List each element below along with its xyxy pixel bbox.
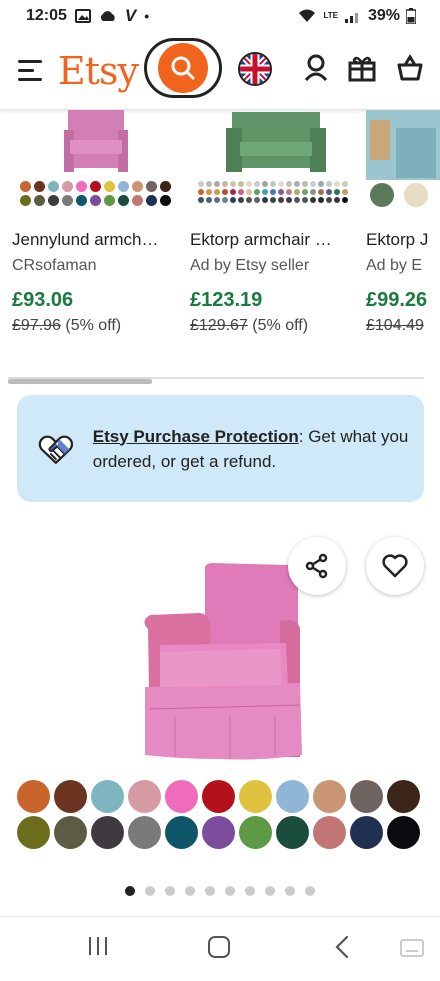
back-icon[interactable]: [334, 935, 350, 959]
menu-icon[interactable]: [18, 56, 48, 86]
color-swatches: [12, 181, 188, 206]
search-icon: [171, 56, 195, 80]
search-button[interactable]: [144, 38, 222, 98]
handshake-icon: [38, 435, 74, 464]
original-price-row: £97.96 (5% off): [12, 317, 188, 335]
carrier-icon: V: [124, 6, 137, 25]
purchase-protection-banner: Etsy Purchase Protection: Get what you o…: [17, 395, 424, 502]
color-swatch[interactable]: [54, 816, 87, 849]
product-title[interactable]: Ektorp J: [366, 230, 440, 250]
original-price-row: £104.49: [366, 317, 440, 335]
protection-text: Etsy Purchase Protection: Get what you o…: [93, 424, 410, 474]
status-time: 12:05: [26, 7, 67, 24]
product-title[interactable]: Ektorp armchair …: [190, 230, 366, 250]
pager-dot[interactable]: [125, 886, 135, 896]
share-button[interactable]: [288, 537, 346, 595]
color-swatch[interactable]: [17, 816, 50, 849]
color-swatch[interactable]: [91, 816, 124, 849]
seller-name: Ad by Etsy seller: [190, 257, 310, 274]
color-swatch[interactable]: [202, 780, 235, 813]
etsy-logo[interactable]: Etsy: [58, 49, 139, 93]
share-icon: [305, 553, 328, 579]
pager-dot[interactable]: [145, 886, 155, 896]
color-swatch[interactable]: [276, 816, 309, 849]
color-swatch[interactable]: [239, 780, 272, 813]
pager-dot[interactable]: [285, 886, 295, 896]
color-swatch[interactable]: [128, 816, 161, 849]
recommendation-carousel[interactable]: Jennylund armch… CRsofaman £93.06 £97.96…: [0, 110, 440, 360]
pager-dot[interactable]: [265, 886, 275, 896]
product-thumbnail[interactable]: [12, 110, 188, 218]
notification-dot: •: [144, 8, 150, 24]
pager-dot[interactable]: [165, 886, 175, 896]
sale-price: £93.06: [12, 289, 74, 311]
keyboard-icon[interactable]: [400, 939, 424, 957]
color-swatch[interactable]: [91, 780, 124, 813]
color-swatch[interactable]: [350, 780, 383, 813]
sale-price: £99.26: [366, 289, 428, 311]
product-thumbnail[interactable]: [366, 110, 440, 218]
network-type: LTE: [323, 11, 338, 20]
pager-dot[interactable]: [225, 886, 235, 896]
seller-name: CRsofaman: [12, 257, 97, 274]
discount-label: (5% off): [65, 317, 122, 334]
seller-name: Ad by E: [366, 257, 423, 274]
product-card[interactable]: Jennylund armch… CRsofaman £93.06 £97.96…: [12, 110, 188, 335]
product-thumbnail[interactable]: [190, 110, 366, 218]
cart-icon[interactable]: [394, 52, 426, 84]
original-price: £129.67: [190, 317, 248, 334]
carousel-scrollbar[interactable]: [8, 379, 152, 384]
pager-dot[interactable]: [245, 886, 255, 896]
original-price: £104.49: [366, 317, 424, 334]
purchase-protection-link[interactable]: Etsy Purchase Protection: [93, 427, 299, 446]
color-swatch[interactable]: [276, 780, 309, 813]
color-swatch[interactable]: [165, 816, 198, 849]
color-swatches: [190, 181, 366, 203]
status-bar: 12:05 V • LTE 39%: [0, 0, 440, 32]
color-swatch[interactable]: [17, 780, 50, 813]
pager-dot[interactable]: [185, 886, 195, 896]
color-swatch[interactable]: [313, 780, 346, 813]
battery-percent: 39%: [367, 7, 400, 24]
heart-icon: [382, 554, 408, 578]
gallery-icon: [74, 9, 91, 23]
original-price: £97.96: [12, 317, 61, 334]
account-icon[interactable]: [300, 52, 332, 84]
color-swatch[interactable]: [387, 780, 420, 813]
app-header: Etsy: [0, 32, 440, 110]
signal-icon: [344, 13, 358, 23]
pager-dot[interactable]: [205, 886, 215, 896]
product-card[interactable]: Ektorp armchair … Ad by Etsy seller £123…: [190, 110, 366, 335]
recent-apps-icon[interactable]: [86, 935, 110, 957]
favorite-button[interactable]: [366, 537, 424, 595]
cloud-icon: [100, 11, 115, 21]
android-nav-bar: [0, 916, 440, 981]
product-card[interactable]: Ektorp J Ad by E £99.26 £104.49: [366, 110, 440, 335]
product-title[interactable]: Jennylund armch…: [12, 230, 188, 250]
color-swatch[interactable]: [350, 816, 383, 849]
battery-icon: [406, 8, 416, 24]
color-swatch[interactable]: [387, 816, 420, 849]
color-swatch[interactable]: [202, 816, 235, 849]
gift-icon[interactable]: [346, 52, 378, 84]
color-row: [17, 780, 423, 813]
color-swatch[interactable]: [54, 780, 87, 813]
color-options: [17, 780, 423, 852]
color-swatch[interactable]: [165, 780, 198, 813]
pager-dot[interactable]: [305, 886, 315, 896]
uk-flag-icon[interactable]: [238, 52, 272, 86]
home-icon[interactable]: [207, 935, 231, 959]
image-pager: [0, 886, 440, 896]
color-swatch[interactable]: [128, 780, 161, 813]
wifi-icon: [299, 9, 316, 22]
color-swatch[interactable]: [239, 816, 272, 849]
color-swatch[interactable]: [313, 816, 346, 849]
sale-price: £123.19: [190, 289, 263, 311]
original-price-row: £129.67 (5% off): [190, 317, 366, 335]
color-row: [17, 816, 423, 849]
discount-label: (5% off): [252, 317, 309, 334]
